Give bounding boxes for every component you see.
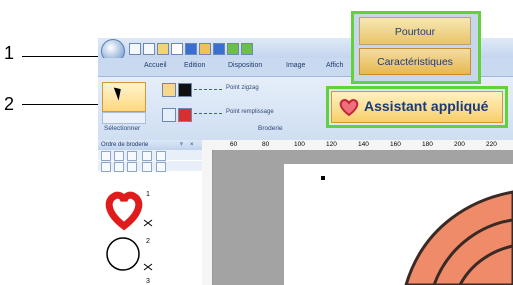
tab-caracteristiques[interactable]: Caractéristiques <box>359 48 471 75</box>
fill-tool-icon[interactable] <box>162 108 176 122</box>
group-label-broderie: Broderie <box>258 125 283 132</box>
arrow-tool-icon[interactable] <box>156 162 166 172</box>
ruler-tick: 160 <box>390 141 401 148</box>
redo-icon[interactable] <box>241 43 253 55</box>
callout-number-1: 1 <box>4 43 15 63</box>
tab-disposition[interactable]: Disposition <box>228 62 262 69</box>
lock-icon[interactable] <box>142 151 152 161</box>
panel-toolbar-2 <box>98 161 202 172</box>
save-icon[interactable] <box>171 43 183 55</box>
ruler-tick: 80 <box>262 141 270 148</box>
new-file-icon[interactable] <box>129 43 141 55</box>
applique-shape[interactable] <box>284 164 513 285</box>
sort-icon[interactable] <box>101 162 111 172</box>
select-dropdown-button[interactable] <box>102 112 146 124</box>
open-folder-icon[interactable] <box>157 43 169 55</box>
heart-icon <box>339 98 359 117</box>
order-item-1[interactable]: 1 <box>104 188 158 232</box>
vertical-ruler <box>202 150 213 285</box>
undo-icon[interactable] <box>227 43 239 55</box>
zoom-icon[interactable] <box>114 151 124 161</box>
group-icon[interactable] <box>114 162 124 172</box>
color-red-icon[interactable] <box>178 108 192 122</box>
check-icon[interactable] <box>213 43 225 55</box>
color-black-icon[interactable] <box>178 83 192 97</box>
group-label-selection: Sélectionner <box>104 125 141 132</box>
callout-number-2: 2 <box>4 94 15 114</box>
order-item-2[interactable]: 2 <box>104 234 158 276</box>
template-icon[interactable] <box>143 43 155 55</box>
tab-image[interactable]: Image <box>286 62 305 69</box>
tab-affichage[interactable]: Affich <box>326 62 343 69</box>
fill-stitch-icon <box>194 113 222 114</box>
tab-accueil[interactable]: Accueil <box>144 62 167 69</box>
stitch-type-1-label[interactable]: Point zigzag <box>226 85 259 91</box>
panel-toolbar-1 <box>98 150 202 161</box>
tab-edition[interactable]: Edition <box>184 62 205 69</box>
scissors-icon <box>143 219 153 227</box>
panel-option-icon[interactable] <box>156 151 166 161</box>
zoom-out-icon[interactable] <box>127 151 137 161</box>
scissors-icon <box>143 263 153 271</box>
ruler-tick: 100 <box>294 141 305 148</box>
screen-icon[interactable] <box>199 43 211 55</box>
panel-title: Ordre de broderie ᵠ × <box>98 140 202 150</box>
ruler-tick: 180 <box>422 141 433 148</box>
close-icon[interactable]: × <box>190 140 194 150</box>
order-number-3: 3 <box>146 278 150 285</box>
cut-tool-icon[interactable] <box>142 162 152 172</box>
heart-icon <box>105 191 143 231</box>
order-item-3[interactable]: 3 <box>104 276 158 285</box>
zigzag-stitch-icon <box>194 89 222 90</box>
ruler-tick: 60 <box>230 141 238 148</box>
order-number-1: 1 <box>146 191 150 198</box>
order-number-2: 2 <box>146 238 150 245</box>
tab-pourtour[interactable]: Pourtour <box>359 17 471 45</box>
circle-shape-icon <box>106 237 140 271</box>
stitch-type-2-label[interactable]: Point remplissage <box>226 109 274 115</box>
line-tool-icon[interactable] <box>162 83 176 97</box>
assistant-applique-label: Assistant appliqué <box>364 98 489 114</box>
ungroup-icon[interactable] <box>127 162 137 172</box>
ruler-tick: 200 <box>454 141 465 148</box>
ruler-tick: 220 <box>486 141 497 148</box>
grid-icon[interactable] <box>101 151 111 161</box>
pin-icon[interactable]: ᵠ <box>180 140 183 150</box>
ruler-tick: 140 <box>358 141 369 148</box>
transfer-icon[interactable] <box>185 43 197 55</box>
ruler-tick: 120 <box>326 141 337 148</box>
panel-title-text: Ordre de broderie <box>101 142 149 148</box>
